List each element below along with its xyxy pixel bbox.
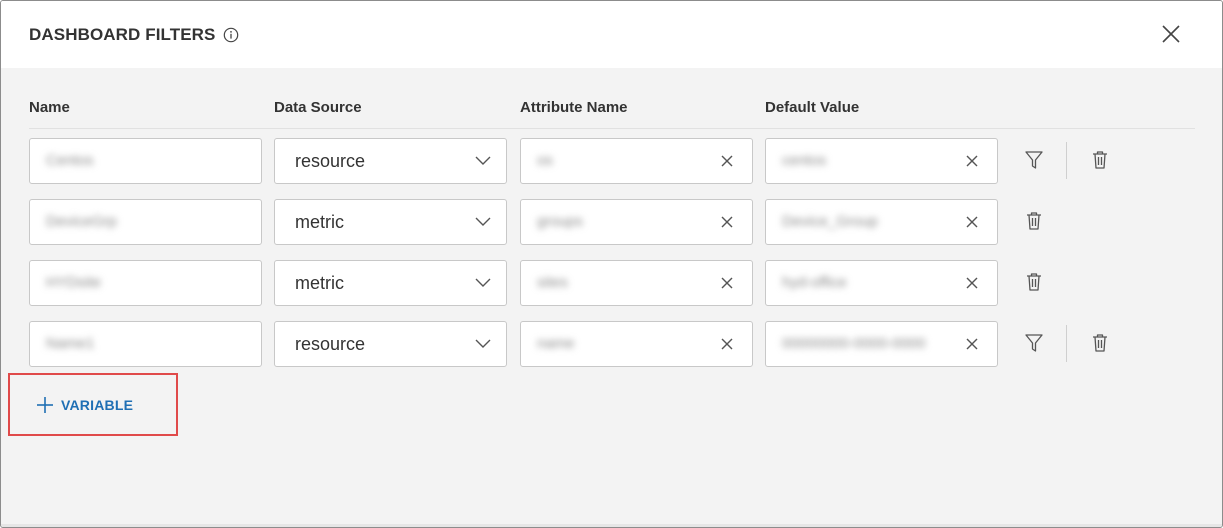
data-source-value: resource: [295, 334, 366, 354]
name-value: Centos: [46, 152, 94, 169]
clear-icon[interactable]: [719, 336, 735, 352]
attribute-name-input[interactable]: sites: [520, 260, 753, 306]
clear-icon[interactable]: [719, 275, 735, 291]
plus-icon: [37, 397, 53, 413]
data-source-select[interactable]: resource: [274, 321, 507, 367]
filter-rows: Centos resource os centos DeviceGrp metr…: [29, 138, 1194, 382]
data-source-select[interactable]: metric: [274, 199, 507, 245]
add-variable-button[interactable]: VARIABLE: [35, 395, 133, 415]
name-input[interactable]: DeviceGrp: [29, 199, 262, 245]
data-source-value: metric: [295, 212, 344, 232]
attribute-value: groups: [537, 213, 583, 230]
column-header-name: Name: [29, 99, 70, 116]
name-input[interactable]: Centos: [29, 138, 262, 184]
default-value: Device_Group: [782, 213, 878, 230]
filter-row: Centos resource os centos: [29, 138, 1194, 199]
clear-icon[interactable]: [964, 153, 980, 169]
data-source-value: resource: [295, 151, 366, 171]
chevron-down-icon: [475, 278, 491, 287]
default-value-input[interactable]: centos: [765, 138, 998, 184]
add-variable-highlight: VARIABLE: [8, 373, 178, 436]
trash-icon[interactable]: [1024, 271, 1044, 293]
name-value: DeviceGrp: [46, 213, 117, 230]
default-value-input[interactable]: 00000000-0000-0000: [765, 321, 998, 367]
dashboard-filters-dialog: DASHBOARD FILTERS Name Data Source Attri…: [0, 0, 1223, 528]
row-separator: [1066, 325, 1067, 362]
filter-row: HYDsite metric sites hyd-office: [29, 260, 1194, 321]
data-source-select[interactable]: resource: [274, 138, 507, 184]
clear-icon[interactable]: [719, 214, 735, 230]
row-separator: [1066, 142, 1067, 179]
add-variable-label: VARIABLE: [61, 397, 134, 413]
column-header-attribute-name: Attribute Name: [520, 99, 628, 116]
dialog-title: DASHBOARD FILTERS: [29, 24, 216, 44]
dialog-body: Name Data Source Attribute Name Default …: [1, 68, 1222, 382]
clear-icon[interactable]: [964, 214, 980, 230]
clear-icon[interactable]: [964, 336, 980, 352]
data-source-select[interactable]: metric: [274, 260, 507, 306]
trash-icon[interactable]: [1024, 210, 1044, 232]
close-icon[interactable]: [1160, 23, 1182, 45]
attribute-value: name: [537, 335, 575, 352]
default-value: centos: [782, 152, 827, 169]
name-value: Name1: [46, 335, 95, 352]
column-header-default-value: Default Value: [765, 99, 860, 116]
filter-row: DeviceGrp metric groups Device_Group: [29, 199, 1194, 260]
header-divider: [29, 128, 1195, 129]
dialog-header: DASHBOARD FILTERS: [1, 1, 1222, 68]
clear-icon[interactable]: [719, 153, 735, 169]
name-value: HYDsite: [46, 274, 102, 291]
chevron-down-icon: [475, 156, 491, 165]
column-headers: Name Data Source Attribute Name Default …: [29, 68, 1195, 129]
default-value: 00000000-0000-0000: [782, 335, 926, 352]
default-value-input[interactable]: hyd-office: [765, 260, 998, 306]
clear-icon[interactable]: [964, 275, 980, 291]
bottom-strip: [1, 524, 1222, 527]
trash-icon[interactable]: [1090, 332, 1110, 354]
default-value: hyd-office: [782, 274, 847, 291]
chevron-down-icon: [475, 339, 491, 348]
column-header-data-source: Data Source: [274, 99, 362, 116]
name-input[interactable]: HYDsite: [29, 260, 262, 306]
info-icon[interactable]: [223, 27, 239, 43]
chevron-down-icon: [475, 217, 491, 226]
trash-icon[interactable]: [1090, 149, 1110, 171]
attribute-name-input[interactable]: os: [520, 138, 753, 184]
attribute-value: os: [537, 152, 553, 169]
attribute-name-input[interactable]: name: [520, 321, 753, 367]
data-source-value: metric: [295, 273, 344, 293]
attribute-name-input[interactable]: groups: [520, 199, 753, 245]
filter-row: Name1 resource name 00000000-0000-0000: [29, 321, 1194, 382]
filter-icon[interactable]: [1024, 332, 1044, 354]
attribute-value: sites: [537, 274, 568, 291]
filter-icon[interactable]: [1024, 149, 1044, 171]
name-input[interactable]: Name1: [29, 321, 262, 367]
default-value-input[interactable]: Device_Group: [765, 199, 998, 245]
